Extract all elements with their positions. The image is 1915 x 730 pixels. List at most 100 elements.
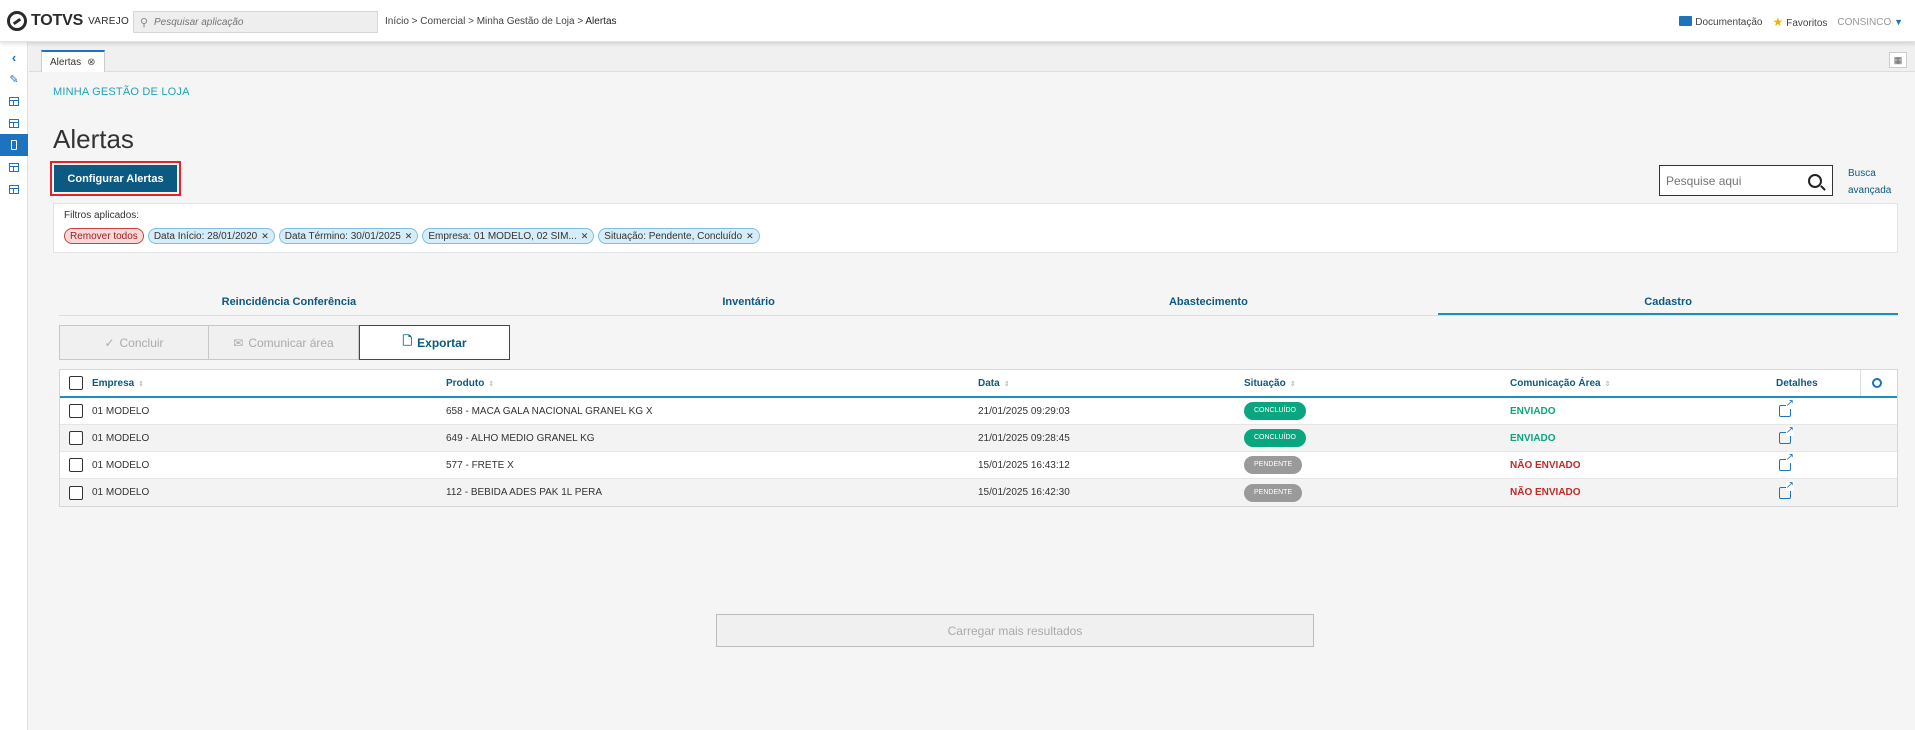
filter-chip-label: Data Início: 28/01/2020 [153,230,258,242]
select-all-checkbox[interactable] [69,376,83,390]
row-checkbox[interactable] [69,458,83,472]
left-rail: ‹ ✎ [0,42,28,730]
close-icon[interactable]: ✕ [581,231,589,242]
column-label: Situação [1244,377,1286,389]
external-link-icon[interactable] [1779,426,1794,444]
rail-item-grid-3[interactable] [0,156,28,178]
communicate-area-button[interactable]: ✉ Comunicar área [209,325,359,360]
calendar-icon[interactable]: ▦ [1889,52,1907,68]
column-label: Data [978,377,1000,389]
docs-label: Documentação [1695,17,1763,28]
column-label: Produto [446,377,485,389]
logo-text: TOTVS [31,12,84,29]
rail-item-grid-1[interactable] [0,90,28,112]
column-header-comunicacao[interactable]: Comunicação Área ⇕ [1510,378,1776,389]
grid-icon [9,96,19,106]
sort-icon: ⇕ [488,380,495,388]
advanced-search-link[interactable]: Busca avançada [1848,165,1908,199]
breadcrumb-path[interactable]: Início > Comercial > Minha Gestão de Loj… [385,16,585,27]
column-header-data[interactable]: Data ⇕ [978,378,1244,389]
chevron-left-icon: ‹ [11,49,17,65]
rail-item-grid-4[interactable] [0,178,28,200]
app-search-input[interactable] [154,16,364,28]
filter-chip: Data Término: 30/01/2025 ✕ [278,228,419,244]
favorites-link[interactable]: ★ Favoritos [1773,15,1828,29]
configure-alerts-button[interactable]: Configurar Alertas [54,165,177,192]
sort-icon: ⇕ [138,380,145,388]
tab-reincidencia[interactable]: Reincidência Conferência [59,290,519,315]
logo-subtitle: VAREJO [88,15,130,27]
search-input[interactable] [1666,173,1806,188]
column-header-produto[interactable]: Produto ⇕ [446,378,978,389]
filter-chip: Situação: Pendente, Concluído ✕ [598,228,760,244]
user-menu[interactable]: CONSINCO ▼ [1837,17,1903,28]
configure-alerts-highlight: Configurar Alertas [50,161,181,196]
filter-chip: Empresa: 01 MODELO, 02 SIM... ✕ [422,228,595,244]
rail-item-grid-2[interactable] [0,112,28,134]
docs-link[interactable]: Documentação [1679,16,1763,28]
tab-abastecimento[interactable]: Abastecimento [979,290,1439,315]
tab-cadastro[interactable]: Cadastro [1438,290,1898,315]
rail-item-mobile[interactable] [0,134,28,156]
cell-produto: 577 - FRETE X [446,459,514,471]
applied-filters: Filtros aplicados: Remover todos Data In… [53,203,1898,253]
table-row[interactable]: 01 MODELO 649 - ALHO MEDIO GRANEL KG 21/… [60,425,1897,452]
cell-comunicacao: NÃO ENVIADO [1510,459,1581,471]
doc-tab-alertas[interactable]: Alertas ⊗ [41,50,105,72]
external-link-icon[interactable] [1779,480,1794,499]
filters-label: Filtros aplicados: [64,210,140,221]
check-icon: ✓ [104,335,115,350]
filter-chip-label: Empresa: 01 MODELO, 02 SIM... [428,230,577,242]
main-content: MINHA GESTÃO DE LOJA Alertas Configurar … [40,72,1910,730]
table-row[interactable]: 01 MODELO 658 - MACA GALA NACIONAL GRANE… [60,398,1897,425]
favorites-label: Favoritos [1786,18,1828,29]
communicate-label: Comunicar área [248,335,334,350]
user-label: CONSINCO [1837,16,1892,28]
column-label: Empresa [92,377,135,389]
cell-produto: 649 - ALHO MEDIO GRANEL KG [446,432,595,444]
close-icon[interactable]: ✕ [261,231,269,242]
close-icon[interactable]: ✕ [746,231,754,242]
envelope-icon: ✉ [233,335,244,350]
cell-empresa: 01 MODELO [92,405,150,417]
totvs-logo[interactable]: TOTVS VAREJO [7,11,129,31]
row-checkbox[interactable] [69,431,83,445]
chevron-down-icon: ▼ [1894,16,1903,27]
row-checkbox[interactable] [69,404,83,418]
cell-data: 15/01/2025 16:42:30 [978,487,1070,498]
tab-inventario[interactable]: Inventário [519,290,979,315]
folder-icon [1679,16,1693,26]
conclude-button[interactable]: ✓ Concluir [59,325,209,360]
table-row[interactable]: 01 MODELO 577 - FRETE X 15/01/2025 16:43… [60,452,1897,479]
column-settings-button[interactable] [1860,370,1892,396]
search-icon[interactable] [1808,173,1822,188]
status-badge: CONCLUÍDO [1244,402,1307,420]
status-badge: PENDENTE [1244,456,1303,474]
remove-all-filters-button[interactable]: Remover todos [64,228,144,244]
export-button[interactable]: 🗋 Exportar [359,325,510,360]
table-row[interactable]: 01 MODELO 112 - BEBIDA ADES PAK 1L PERA … [60,479,1897,506]
gear-icon [1871,378,1882,388]
top-bar: TOTVS VAREJO ⚲ Início > Comercial > Minh… [0,0,1915,42]
external-link-icon[interactable] [1779,399,1794,417]
cell-comunicacao: ENVIADO [1510,405,1556,417]
cell-produto: 658 - MACA GALA NACIONAL GRANEL KG X [446,405,653,417]
column-header-empresa[interactable]: Empresa ⇕ [92,378,446,389]
search-box[interactable] [1659,165,1833,196]
close-icon[interactable]: ✕ [405,231,413,242]
load-more-button[interactable]: Carregar mais resultados [716,614,1314,647]
grid-icon [9,162,19,172]
alerts-table: Empresa ⇕ Produto ⇕ Data ⇕ Situação ⇕ Comuni… [59,369,1898,507]
breadcrumb: Início > Comercial > Minha Gestão de Loj… [385,16,617,27]
app-search[interactable]: ⚲ [133,11,378,33]
row-checkbox[interactable] [69,485,83,500]
rail-item-tools[interactable]: ✎ [0,68,28,90]
column-header-situacao[interactable]: Situação ⇕ [1244,378,1510,389]
collapse-menu-button[interactable]: ‹ [0,46,28,68]
external-link-icon[interactable] [1779,453,1794,471]
status-badge: PENDENTE [1244,483,1303,502]
search-icon: ⚲ [139,16,149,29]
top-right-menu: Documentação ★ Favoritos CONSINCO ▼ [1679,15,1903,29]
sort-icon: ⇕ [1289,380,1296,388]
close-icon[interactable]: ⊗ [87,57,95,68]
